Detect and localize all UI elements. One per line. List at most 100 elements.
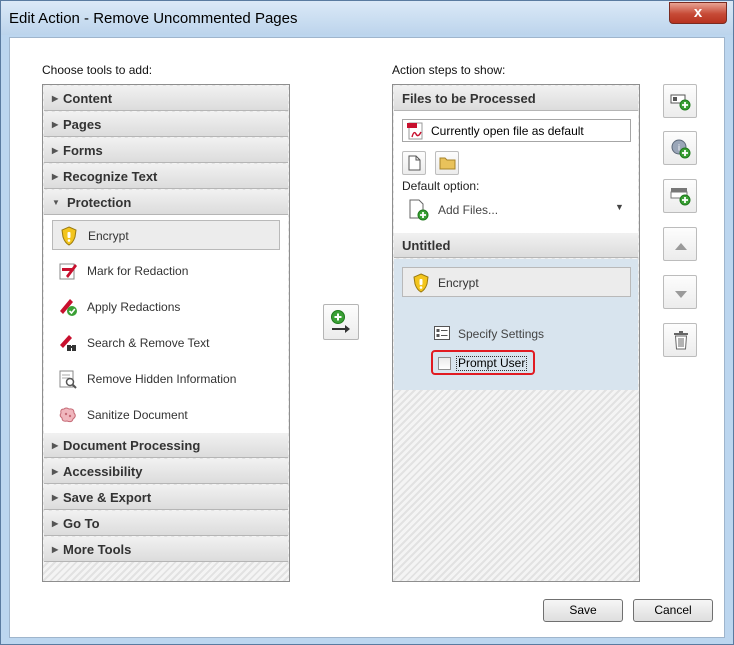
step-encrypt[interactable]: Encrypt	[402, 267, 631, 297]
files-to-process-header: Files to be Processed	[394, 86, 638, 111]
trash-icon	[673, 331, 689, 353]
apply-redactions-icon	[58, 297, 78, 317]
prompt-user-label[interactable]: Prompt User	[456, 356, 528, 371]
action-steps-panel: Files to be Processed Currently open fil…	[392, 84, 640, 582]
encrypt-shield-icon	[411, 273, 431, 293]
add-files-label: Add Files...	[438, 203, 499, 217]
category-more-tools[interactable]: ▶ More Tools	[44, 537, 288, 562]
choose-tools-label: Choose tools to add:	[42, 63, 153, 77]
expand-arrow-icon: ▶	[52, 94, 59, 103]
tool-label: Search & Remove Text	[87, 336, 210, 350]
category-label: Document Processing	[63, 438, 201, 453]
category-forms[interactable]: ▶ Forms	[44, 138, 288, 163]
insert-step-button[interactable]	[663, 84, 697, 118]
untitled-steps: Encrypt Specify Settings Prompt User	[394, 259, 638, 390]
new-file-button[interactable]	[402, 151, 426, 175]
add-files-icon	[408, 199, 430, 221]
dialog-body: Choose tools to add: Action steps to sho…	[9, 37, 725, 638]
category-label: More Tools	[63, 542, 132, 557]
category-document-processing[interactable]: ▶ Document Processing	[44, 433, 288, 458]
tool-remove-hidden-information[interactable]: Remove Hidden Information	[52, 364, 280, 394]
category-label: Accessibility	[63, 464, 143, 479]
tool-label: Encrypt	[88, 229, 129, 243]
category-save-export[interactable]: ▶ Save & Export	[44, 485, 288, 510]
action-steps-label: Action steps to show:	[392, 63, 506, 77]
svg-text:i: i	[678, 143, 680, 153]
files-section: Currently open file as default Default o…	[394, 111, 638, 233]
category-label: Content	[63, 91, 113, 106]
specify-settings-label: Specify Settings	[458, 327, 545, 341]
category-accessibility[interactable]: ▶ Accessibility	[44, 459, 288, 484]
add-panel-button[interactable]	[663, 179, 697, 213]
mark-redaction-icon	[58, 261, 78, 281]
protection-tools-list: Encrypt Mark for Redaction Apply Redacti…	[44, 215, 288, 433]
untitled-group-header[interactable]: Untitled	[394, 233, 638, 258]
expand-arrow-icon: ▶	[52, 172, 59, 181]
add-panel-icon	[670, 187, 692, 210]
window-title: Edit Action - Remove Uncommented Pages	[9, 10, 298, 27]
dialog-window: Edit Action - Remove Uncommented Pages x…	[0, 0, 734, 645]
category-recognize-text[interactable]: ▶ Recognize Text	[44, 164, 288, 189]
title-bar: Edit Action - Remove Uncommented Pages x	[1, 1, 733, 35]
category-content[interactable]: ▶ Content	[44, 86, 288, 111]
prompt-user-checkbox[interactable]	[438, 357, 451, 370]
category-go-to[interactable]: ▶ Go To	[44, 511, 288, 536]
expand-arrow-icon: ▶	[52, 441, 59, 450]
delete-step-button[interactable]	[663, 323, 697, 357]
add-arrow-icon	[328, 309, 354, 338]
category-label: Go To	[63, 516, 100, 531]
folder-icon	[439, 156, 456, 173]
expand-arrow-icon: ▶	[52, 545, 59, 554]
category-label: Pages	[63, 117, 102, 132]
expand-arrow-icon: ▶	[52, 467, 59, 476]
remove-hidden-info-icon	[58, 369, 78, 389]
expand-arrow-icon: ▶	[52, 493, 59, 502]
search-remove-text-icon	[58, 333, 78, 353]
category-label: Protection	[67, 195, 132, 210]
arrow-up-icon	[674, 240, 688, 254]
insert-instruction-icon: i	[670, 138, 692, 163]
expand-arrow-icon: ▶	[52, 120, 59, 129]
tool-label: Remove Hidden Information	[87, 372, 237, 386]
current-file-field[interactable]: Currently open file as default	[402, 119, 631, 142]
step-label: Encrypt	[438, 276, 479, 290]
sanitize-document-icon	[58, 405, 78, 425]
insert-step-icon	[670, 92, 692, 115]
default-option-label: Default option:	[402, 179, 480, 193]
category-protection[interactable]: ▼ Protection	[44, 190, 288, 215]
pdf-file-icon	[407, 122, 425, 140]
prompt-user-highlight: Prompt User	[431, 350, 535, 375]
move-up-button[interactable]	[663, 227, 697, 261]
tool-encrypt[interactable]: Encrypt	[52, 220, 280, 250]
expand-arrow-icon: ▶	[52, 146, 59, 155]
blank-document-icon	[408, 155, 421, 174]
dropdown-arrow-icon: ▼	[615, 202, 624, 212]
browse-folder-button[interactable]	[435, 151, 459, 175]
category-pages[interactable]: ▶ Pages	[44, 112, 288, 137]
close-icon: x	[693, 4, 703, 21]
arrow-down-icon	[674, 288, 688, 302]
add-tool-button[interactable]	[323, 304, 359, 340]
specify-settings-link[interactable]: Specify Settings	[434, 324, 614, 344]
tools-panel: ▶ Content ▶ Pages ▶ Forms ▶ Recognize Text ▼…	[42, 84, 290, 582]
tool-mark-for-redaction[interactable]: Mark for Redaction	[52, 256, 280, 286]
move-down-button[interactable]	[663, 275, 697, 309]
category-label: Forms	[63, 143, 103, 158]
add-files-dropdown[interactable]: Add Files... ▼	[408, 197, 630, 223]
tool-sanitize-document[interactable]: Sanitize Document	[52, 400, 280, 430]
category-label: Save & Export	[63, 490, 152, 505]
current-file-label: Currently open file as default	[431, 124, 584, 138]
insert-instruction-button[interactable]: i	[663, 131, 697, 165]
tool-label: Mark for Redaction	[87, 264, 189, 278]
tool-search-remove-text[interactable]: Search & Remove Text	[52, 328, 280, 358]
tool-label: Apply Redactions	[87, 300, 181, 314]
cancel-button[interactable]: Cancel	[633, 599, 713, 622]
tool-apply-redactions[interactable]: Apply Redactions	[52, 292, 280, 322]
collapse-arrow-icon: ▼	[52, 198, 60, 207]
tool-label: Sanitize Document	[87, 408, 188, 422]
encrypt-shield-icon	[59, 226, 79, 246]
settings-list-icon	[434, 326, 450, 340]
close-button[interactable]: x	[669, 2, 727, 24]
category-label: Recognize Text	[63, 169, 158, 184]
save-button[interactable]: Save	[543, 599, 623, 622]
